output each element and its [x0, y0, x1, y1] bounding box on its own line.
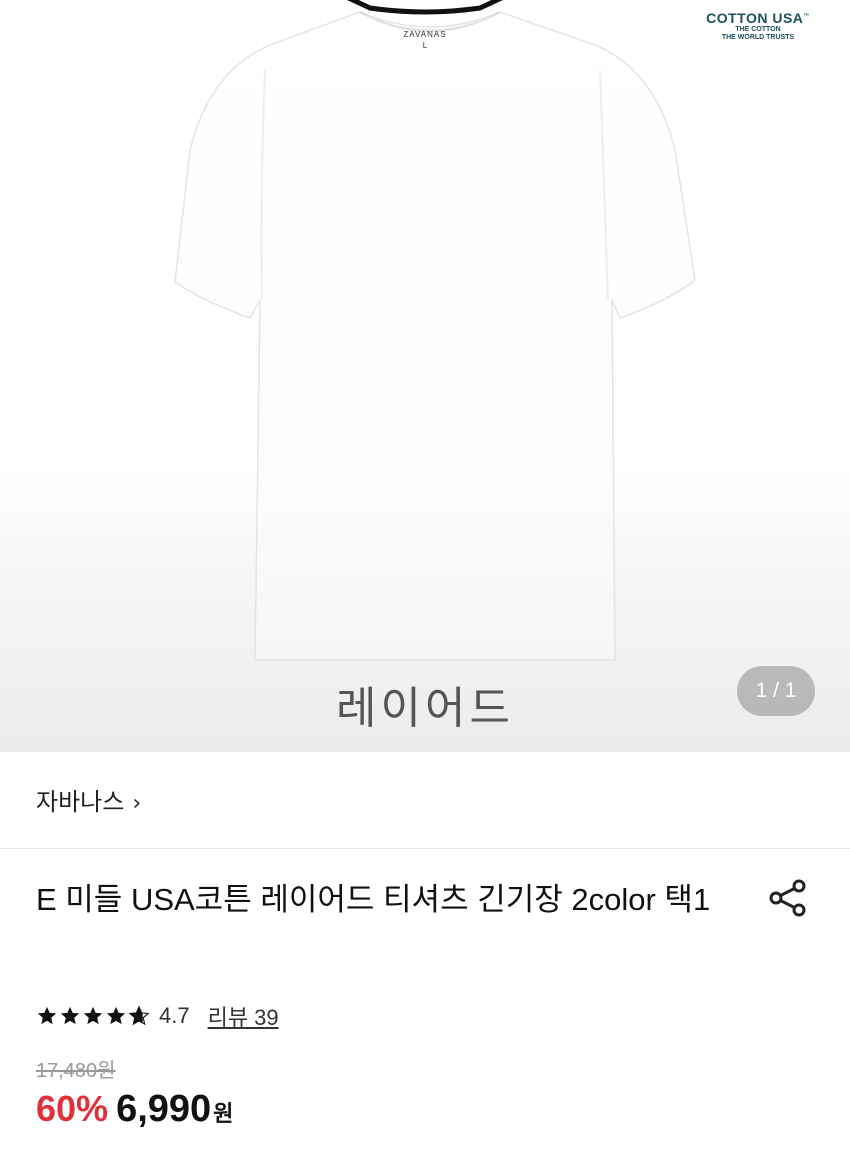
original-price: 17,480원	[36, 1060, 116, 1082]
star-icon	[83, 1006, 103, 1025]
product-image[interactable]: COTTON USA™ THE COTTON THE WORLD TRUSTS …	[0, 0, 850, 752]
currency-unit: 원	[213, 1102, 234, 1127]
seller-name: 자바나스	[36, 788, 125, 816]
sale-price: 6,990	[116, 1088, 212, 1130]
rating-summary: 4.7 리뷰 39	[36, 998, 279, 1034]
tshirt-image	[174, 11, 696, 661]
star-half-icon	[128, 1005, 150, 1026]
image-page-counter: 1 / 1	[737, 666, 815, 716]
star-icon	[37, 1006, 57, 1025]
discount-rate: 60%	[36, 1088, 109, 1129]
image-watermark-text: 레이어드	[336, 683, 514, 734]
star-icon	[60, 1006, 80, 1025]
shirt-tag-label: ZAVANAS L	[403, 30, 447, 50]
chevron-right-icon: ›	[132, 791, 142, 816]
share-icon[interactable]	[766, 876, 810, 920]
rating-value: 4.7	[159, 1003, 190, 1028]
star-rating	[36, 1005, 151, 1027]
price-row: 60% 6,990 원	[36, 1088, 233, 1131]
star-icon	[106, 1006, 126, 1025]
review-count-link[interactable]: 리뷰 39	[208, 1000, 279, 1032]
cotton-usa-logo: COTTON USA™ THE COTTON THE WORLD TRUSTS	[706, 10, 810, 41]
seller-link[interactable]: 자바나스 ›	[36, 782, 141, 817]
divider	[0, 848, 850, 849]
product-title: E 미들 USA코튼 레이어드 티셔츠 긴기장 2color 택1	[36, 882, 711, 917]
